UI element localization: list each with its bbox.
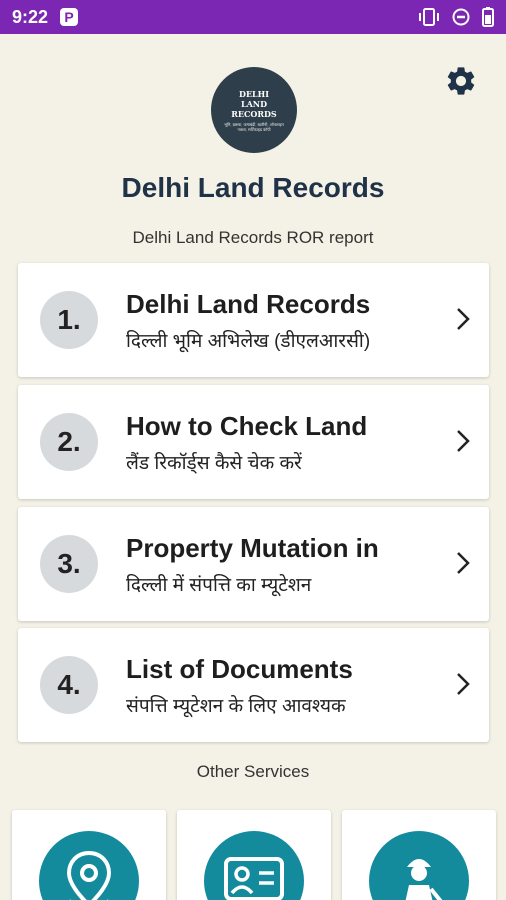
status-icons bbox=[418, 7, 494, 27]
service-icon-bg bbox=[204, 831, 304, 900]
logo-title-line1: DELHI bbox=[239, 88, 269, 99]
menu-card-title: Property Mutation in bbox=[126, 533, 379, 563]
service-card-worker[interactable] bbox=[342, 810, 496, 900]
worker-icon bbox=[405, 859, 443, 900]
menu-number-badge: 3. bbox=[40, 535, 98, 593]
app-notification-icon: P bbox=[60, 8, 79, 26]
service-icon-bg bbox=[39, 831, 139, 900]
do-not-disturb-icon bbox=[452, 8, 470, 26]
page-subtitle: Delhi Land Records ROR report bbox=[132, 228, 374, 247]
menu-card-subtitle: संपत्ति म्यूटेशन के लिए आवश्यक bbox=[126, 696, 346, 717]
vibrate-icon bbox=[419, 8, 439, 26]
menu-number-badge: 2. bbox=[40, 413, 98, 471]
menu-number-badge: 1. bbox=[40, 291, 98, 349]
status-time: 9:22 bbox=[12, 6, 49, 27]
id-card-icon bbox=[224, 857, 284, 900]
menu-number-badge: 4. bbox=[40, 656, 98, 714]
chevron-right-icon bbox=[457, 552, 470, 574]
menu-card-subtitle: लैंड रिकॉर्ड्स कैसे चेक करें bbox=[126, 453, 302, 474]
menu-card-title: List of Documents bbox=[126, 654, 353, 684]
menu-card-1[interactable]: 1. Delhi Land Records दिल्ली भूमि अभिलेख… bbox=[18, 263, 489, 377]
app-logo: DELHI LAND RECORDS भूमि, ख़सरा, जमाबंदी,… bbox=[211, 67, 297, 153]
chevron-right-icon bbox=[457, 430, 470, 452]
menu-card-4[interactable]: 4. List of Documents संपत्ति म्यूटेशन के… bbox=[18, 628, 489, 742]
menu-card-subtitle: दिल्ली भूमि अभिलेख (डीएलआरसी) bbox=[126, 331, 371, 352]
logo-title-line3: RECORDS bbox=[231, 108, 277, 119]
menu-card-title: How to Check Land bbox=[126, 411, 368, 441]
menu-card-2[interactable]: 2. How to Check Land लैंड रिकॉर्ड्स कैसे… bbox=[18, 385, 489, 499]
status-bar: 9:22 P bbox=[0, 0, 506, 34]
gear-icon[interactable] bbox=[444, 64, 478, 98]
chevron-right-icon bbox=[457, 308, 470, 330]
service-icon-bg bbox=[369, 831, 469, 900]
logo-title-line2: LAND bbox=[240, 98, 268, 109]
location-pin-icon bbox=[66, 850, 112, 900]
service-card-location[interactable] bbox=[12, 810, 166, 900]
service-card-id[interactable] bbox=[177, 810, 331, 900]
menu-card-subtitle: दिल्ली में संपत्ति का म्यूटेशन bbox=[126, 575, 312, 596]
menu-card-title: Delhi Land Records bbox=[126, 289, 371, 319]
chevron-right-icon bbox=[457, 673, 470, 695]
battery-icon bbox=[482, 7, 494, 27]
page-title: Delhi Land Records bbox=[121, 172, 385, 203]
other-services-label: Other Services bbox=[196, 762, 310, 781]
logo-subtitle: भूमि, ख़सरा, जमाबंदी, खतौनी, ऑनलाइन नक्श… bbox=[224, 121, 284, 132]
menu-card-3[interactable]: 3. Property Mutation in दिल्ली में संपत्… bbox=[18, 507, 489, 621]
